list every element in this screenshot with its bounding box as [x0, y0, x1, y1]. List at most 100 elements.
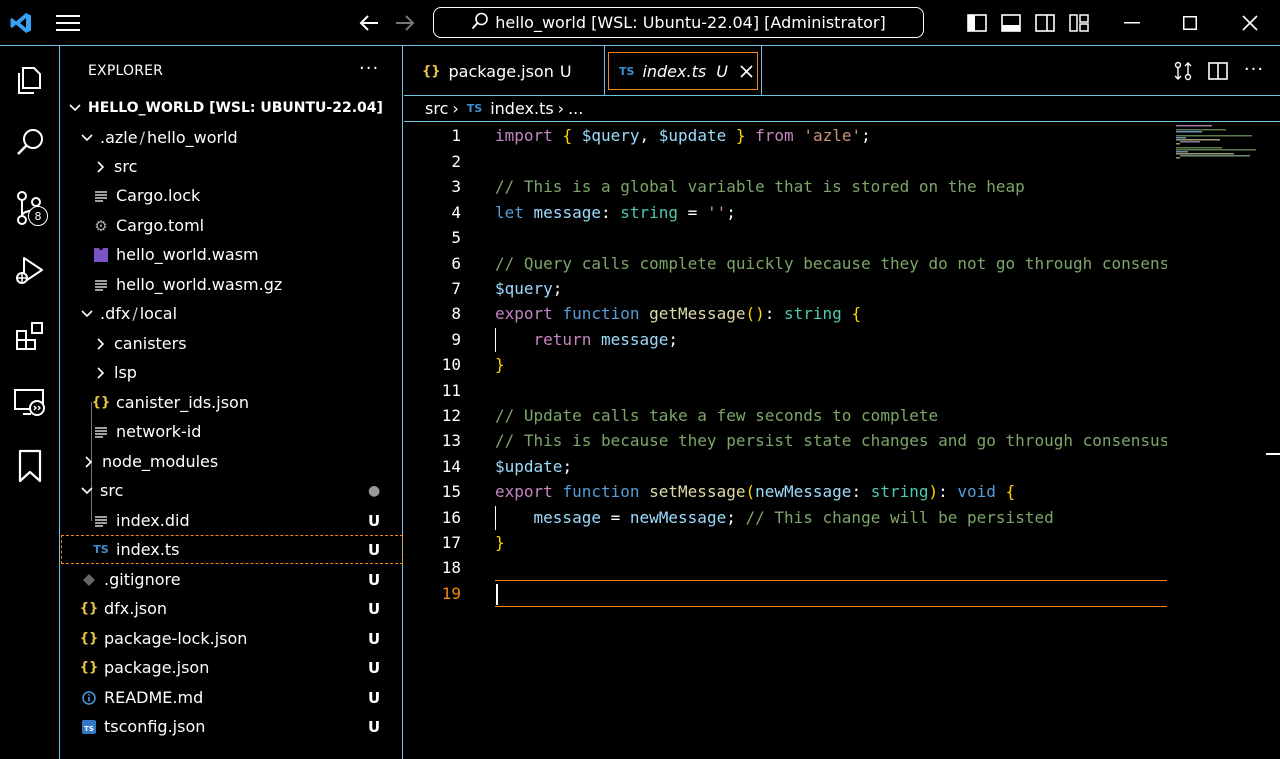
tree-item-label: .azle: [100, 128, 138, 147]
json-braces-icon: {}: [79, 660, 99, 675]
breadcrumb-folder[interactable]: src: [425, 99, 448, 118]
json-braces-icon: {}: [79, 631, 99, 646]
tree-file-canister-ids-json[interactable]: {} canister_ids.json: [61, 388, 403, 417]
command-center[interactable]: hello_world [WSL: Ubuntu-22.04] [Adminis…: [433, 7, 924, 38]
tree-item-label: network-id: [116, 422, 202, 441]
editor-tabs: {} package.json U TS index.ts U ···: [404, 46, 1280, 96]
tree-folder-node-modules[interactable]: node_modules: [61, 447, 403, 476]
tree-folder-src-azle[interactable]: src: [61, 152, 403, 181]
explorer-title: EXPLORER: [88, 63, 164, 79]
tree-file-cargo-toml[interactable]: ⚙ Cargo.toml: [61, 211, 403, 240]
source-control-icon[interactable]: 8: [0, 180, 60, 236]
code-line: $update;: [495, 457, 573, 476]
tree-file-index-ts[interactable]: TS index.ts U: [61, 535, 403, 564]
workspace-root-folder[interactable]: HELLO_WORLD [WSL: UBUNTU-22.04]: [61, 94, 403, 122]
toggle-panel-icon[interactable]: [998, 11, 1024, 35]
code-line: }: [495, 355, 505, 374]
close-tab-icon[interactable]: [740, 64, 753, 78]
breadcrumb-symbols[interactable]: ...: [568, 99, 583, 118]
toggle-secondary-sidebar-icon[interactable]: [1032, 11, 1058, 35]
tree-folder-canisters[interactable]: canisters: [61, 329, 403, 358]
line-number: 11: [441, 381, 461, 400]
search-icon: [471, 12, 489, 34]
breadcrumb: src › TS index.ts › ...: [404, 96, 1280, 122]
maximize-window-icon[interactable]: [1170, 11, 1210, 35]
line-number: 8: [451, 304, 461, 323]
forward-arrow-icon[interactable]: [392, 11, 418, 35]
chevron-down-icon: [80, 486, 94, 495]
tree-file-index-did[interactable]: index.did U: [61, 506, 403, 535]
line-number: 16: [441, 508, 461, 527]
editor-more-actions-icon[interactable]: ···: [1240, 57, 1268, 81]
remote-explorer-icon[interactable]: [0, 374, 60, 430]
tree-item-label: canister_ids.json: [116, 393, 249, 412]
code-line: export function setMessage(newMessage: s…: [495, 482, 1016, 501]
explorer-sidebar: EXPLORER ··· HELLO_WORLD [WSL: UBUNTU-22…: [61, 46, 403, 759]
file-lines-icon: [92, 279, 110, 291]
untracked-status: U: [368, 599, 381, 618]
tree-item-label: .gitignore: [104, 570, 181, 589]
close-window-icon[interactable]: [1230, 11, 1270, 35]
tree-item-label: hello_world.wasm.gz: [116, 275, 283, 294]
activity-bar: 8: [0, 46, 60, 759]
tree-file-dfx-json[interactable]: {} dfx.json U: [61, 594, 403, 623]
tree-folder-dfx-local[interactable]: .dfx / local: [61, 299, 403, 328]
tree-item-label: dfx.json: [104, 599, 168, 618]
tab-package-json[interactable]: {} package.json U: [412, 52, 582, 90]
code-line: $query;: [495, 279, 563, 298]
tree-file-package-lock-json[interactable]: {} package-lock.json U: [61, 624, 403, 653]
tree-folder-azle-hello-world[interactable]: .azle / hello_world: [61, 123, 403, 152]
title-bar: hello_world [WSL: Ubuntu-22.04] [Adminis…: [0, 0, 1280, 46]
line-number: 15: [441, 482, 461, 501]
line-number: 18: [441, 558, 461, 577]
tree-item-label: src: [114, 157, 138, 176]
tab-index-ts[interactable]: TS index.ts U: [608, 52, 758, 90]
customize-layout-icon[interactable]: [1066, 11, 1092, 35]
menu-icon[interactable]: [54, 11, 82, 35]
tree-file-gitignore[interactable]: .gitignore U: [61, 565, 403, 594]
minimize-window-icon[interactable]: [1112, 11, 1152, 35]
minimap[interactable]: [1174, 123, 1266, 173]
tree-file-hello-world-wasm-gz[interactable]: hello_world.wasm.gz: [61, 270, 403, 299]
git-diamond-icon: [80, 573, 98, 586]
tree-file-readme-md[interactable]: README.md U: [61, 683, 403, 712]
tree-folder-lsp[interactable]: lsp: [61, 358, 403, 387]
tree-folder-src[interactable]: src ●: [61, 476, 403, 505]
workspace-root-label: HELLO_WORLD [WSL: UBUNTU-22.04]: [88, 100, 383, 116]
chevron-down-icon: [80, 309, 94, 318]
line-number: 2: [451, 152, 461, 171]
breadcrumb-file[interactable]: index.ts: [490, 99, 553, 118]
tree-file-network-id[interactable]: network-id: [61, 417, 403, 446]
toggle-primary-sidebar-icon[interactable]: [964, 11, 990, 35]
tree-file-cargo-lock[interactable]: Cargo.lock: [61, 181, 403, 210]
json-braces-icon: {}: [422, 63, 441, 79]
extensions-icon[interactable]: [0, 308, 60, 364]
code-line: return message;: [533, 330, 679, 349]
code-editor[interactable]: 1 2 3 4 5 6 7 8 9 10 11 12 13 14 15 16 1…: [404, 123, 1280, 759]
search-view-icon[interactable]: [0, 114, 60, 170]
svg-text:TS: TS: [84, 725, 94, 733]
explorer-icon[interactable]: [0, 52, 60, 108]
source-control-badge: 8: [28, 206, 48, 226]
untracked-status: U: [368, 570, 381, 589]
code-line: export function getMessage(): string {: [495, 304, 862, 323]
open-changes-icon[interactable]: [1170, 59, 1196, 83]
file-lines-icon: [92, 515, 110, 527]
tree-file-tsconfig-json[interactable]: TS tsconfig.json U: [61, 712, 403, 741]
chevron-right-icon: [94, 366, 108, 379]
scrollbar-position-marker[interactable]: [1266, 453, 1280, 455]
explorer-more-actions-icon[interactable]: ···: [359, 58, 379, 79]
code-line: // Query calls complete quickly because …: [495, 254, 1167, 273]
split-editor-icon[interactable]: [1205, 59, 1231, 83]
bookmarks-icon[interactable]: [0, 438, 60, 494]
run-debug-icon[interactable]: [0, 242, 60, 298]
tab-untracked-status: U: [716, 61, 728, 81]
tree-file-hello-world-wasm[interactable]: hello_world.wasm: [61, 240, 403, 269]
tree-item-label: hello_world.wasm: [116, 245, 259, 264]
modified-dot-indicator: ●: [368, 482, 381, 499]
tree-file-package-json[interactable]: {} package.json U: [61, 653, 403, 682]
chevron-right-icon: [94, 337, 108, 350]
back-arrow-icon[interactable]: [356, 11, 382, 35]
line-number: 13: [441, 431, 461, 450]
file-lines-icon: [92, 426, 110, 438]
